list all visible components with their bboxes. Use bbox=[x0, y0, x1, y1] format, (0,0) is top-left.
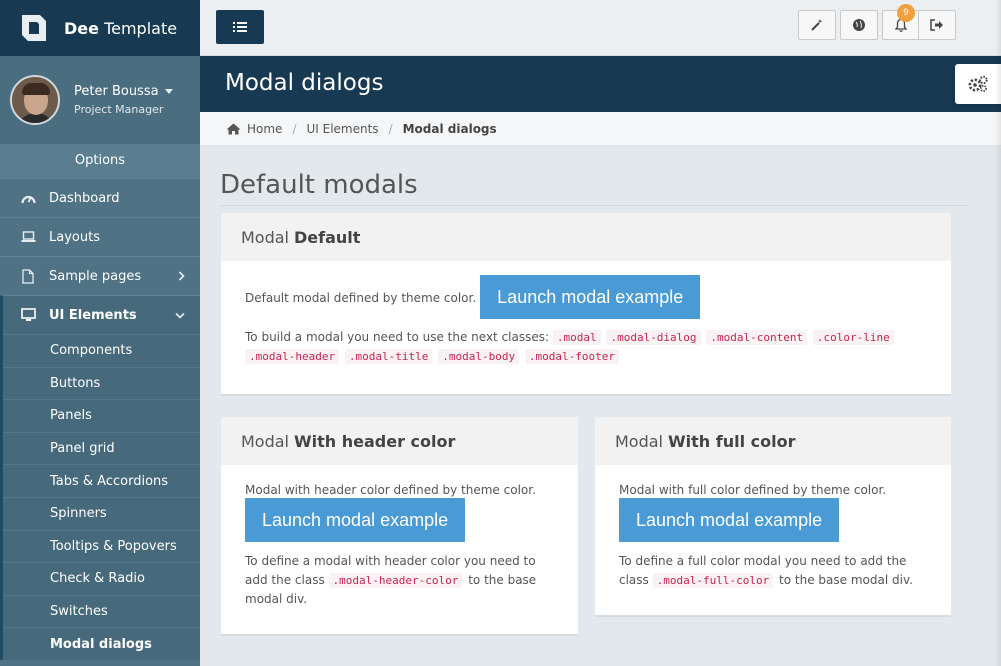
gears-icon bbox=[968, 75, 988, 92]
menu-toggle-button[interactable] bbox=[216, 10, 264, 44]
sidebar-subitem-components[interactable]: Components bbox=[3, 334, 200, 367]
laptop-icon bbox=[20, 229, 36, 245]
sidebar-item-sample-pages[interactable]: Sample pages bbox=[0, 256, 200, 295]
code-class: .modal-footer bbox=[524, 349, 620, 364]
profile-role: Project Manager bbox=[74, 103, 164, 116]
sidebar-subitem-check-radio[interactable]: Check & Radio bbox=[3, 562, 200, 595]
panel-title: Modal With full color bbox=[595, 417, 951, 465]
brand-name: Dee Template bbox=[64, 18, 178, 38]
page-edge-shadow bbox=[995, 0, 1001, 666]
sidebar-item-label: Layouts bbox=[49, 229, 100, 245]
notifications-button[interactable]: 9 bbox=[882, 4, 920, 40]
sidebar-subitem-switches[interactable]: Switches bbox=[3, 594, 200, 628]
sidebar-item-label: Sample pages bbox=[49, 268, 142, 284]
code-class: .modal-full-color bbox=[652, 573, 774, 588]
sidebar-subitem-modal-dialogs[interactable]: Modal dialogs bbox=[3, 627, 200, 660]
panel-description: To define a full color modal you need to… bbox=[619, 554, 913, 588]
section-divider bbox=[220, 205, 968, 206]
launch-modal-full-color-button[interactable]: Launch modal example bbox=[619, 498, 840, 542]
breadcrumb-home-link[interactable]: Home bbox=[247, 122, 282, 136]
page-header: Modal dialogs bbox=[200, 56, 1001, 112]
chevron-right-icon bbox=[178, 271, 185, 281]
panel-modal-full-color: Modal With full color Modal with full col… bbox=[595, 417, 951, 617]
breadcrumb: Home / UI Elements / Modal dialogs bbox=[200, 112, 1001, 146]
code-class: .modal-dialog bbox=[606, 330, 701, 345]
sidebar-item-label: Dashboard bbox=[49, 190, 120, 206]
chevron-down-icon bbox=[175, 312, 185, 319]
breadcrumb-separator: / bbox=[388, 121, 393, 136]
topbar: 9 bbox=[200, 0, 1001, 56]
launch-modal-header-color-button[interactable]: Launch modal example bbox=[245, 498, 466, 542]
sidebar-subitem-buttons[interactable]: Buttons bbox=[3, 366, 200, 400]
section-title: Default modals bbox=[220, 170, 418, 200]
panel-modal-header-color: Modal With header color Modal with header… bbox=[221, 417, 578, 636]
sidebar-item-ui-elements[interactable]: UI Elements bbox=[0, 295, 200, 334]
code-class: .modal bbox=[552, 330, 601, 345]
ui-elements-submenu: Components Buttons Panels Panel grid Tab… bbox=[0, 334, 200, 660]
brand[interactable]: Dee Template bbox=[0, 0, 200, 56]
main-content: Default modals Modal Default Default moda… bbox=[200, 146, 1001, 666]
sidebar-item-dashboard[interactable]: Dashboard bbox=[0, 178, 200, 217]
panel-title: Modal With header color bbox=[221, 417, 578, 465]
sidebar-subitem-panels[interactable]: Panels bbox=[3, 399, 200, 432]
sign-out-icon bbox=[930, 19, 943, 31]
sidebar-subitem-tabs-accordions[interactable]: Tabs & Accordions bbox=[3, 464, 200, 497]
code-class: .modal-header bbox=[245, 349, 340, 364]
page-title: Modal dialogs bbox=[225, 70, 384, 96]
avatar bbox=[10, 75, 60, 125]
sidebar-item-layouts[interactable]: Layouts bbox=[0, 217, 200, 256]
globe-icon bbox=[853, 19, 865, 31]
sidebar-subitem-tooltips-popovers[interactable]: Tooltips & Popovers bbox=[3, 529, 200, 563]
breadcrumb-current: Modal dialogs bbox=[402, 121, 497, 136]
profile-name[interactable]: Peter Boussa bbox=[74, 84, 173, 99]
logout-button[interactable] bbox=[918, 10, 956, 40]
options-header: Options bbox=[0, 144, 200, 178]
magic-wand-icon bbox=[811, 19, 823, 31]
classes-intro-text: To build a modal you need to use the nex… bbox=[245, 330, 550, 344]
file-icon bbox=[20, 268, 36, 284]
code-class: .modal-body bbox=[438, 349, 520, 364]
caret-down-icon bbox=[164, 89, 173, 94]
code-class: .modal-title bbox=[344, 349, 433, 364]
sidebar-subitem-spinners[interactable]: Spinners bbox=[3, 496, 200, 530]
dashboard-icon bbox=[20, 190, 36, 206]
magic-wand-button[interactable] bbox=[798, 10, 836, 40]
panel-description: To define a modal with header color you … bbox=[245, 554, 537, 606]
panel-intro-text: Default modal defined by theme color. bbox=[245, 291, 477, 305]
home-icon bbox=[226, 123, 241, 135]
code-class: .color-line bbox=[812, 330, 894, 345]
sidebar-subitem-panel-grid[interactable]: Panel grid bbox=[3, 431, 200, 465]
menu-list-icon bbox=[233, 22, 247, 32]
code-class: .modal-content bbox=[706, 330, 808, 345]
sidebar: Dee Template Peter Boussa Project Manage… bbox=[0, 0, 200, 666]
code-class: .modal-header-color bbox=[328, 573, 463, 588]
panel-modal-default: Modal Default Default modal defined by th… bbox=[221, 213, 951, 396]
monitor-icon bbox=[20, 307, 36, 323]
brand-logo-icon bbox=[22, 15, 46, 41]
panel-title: Modal Default bbox=[221, 213, 951, 261]
panel-intro-text: Modal with header color defined by theme… bbox=[245, 483, 536, 497]
globe-button[interactable] bbox=[840, 10, 878, 40]
launch-modal-default-button[interactable]: Launch modal example bbox=[480, 275, 701, 319]
breadcrumb-separator: / bbox=[292, 121, 297, 136]
panel-intro-text: Modal with full color defined by theme c… bbox=[619, 483, 887, 497]
sidebar-item-label: UI Elements bbox=[49, 307, 137, 323]
breadcrumb-parent-link[interactable]: UI Elements bbox=[306, 122, 378, 136]
user-profile[interactable]: Peter Boussa Project Manager bbox=[0, 56, 200, 144]
notification-badge: 9 bbox=[897, 4, 915, 22]
